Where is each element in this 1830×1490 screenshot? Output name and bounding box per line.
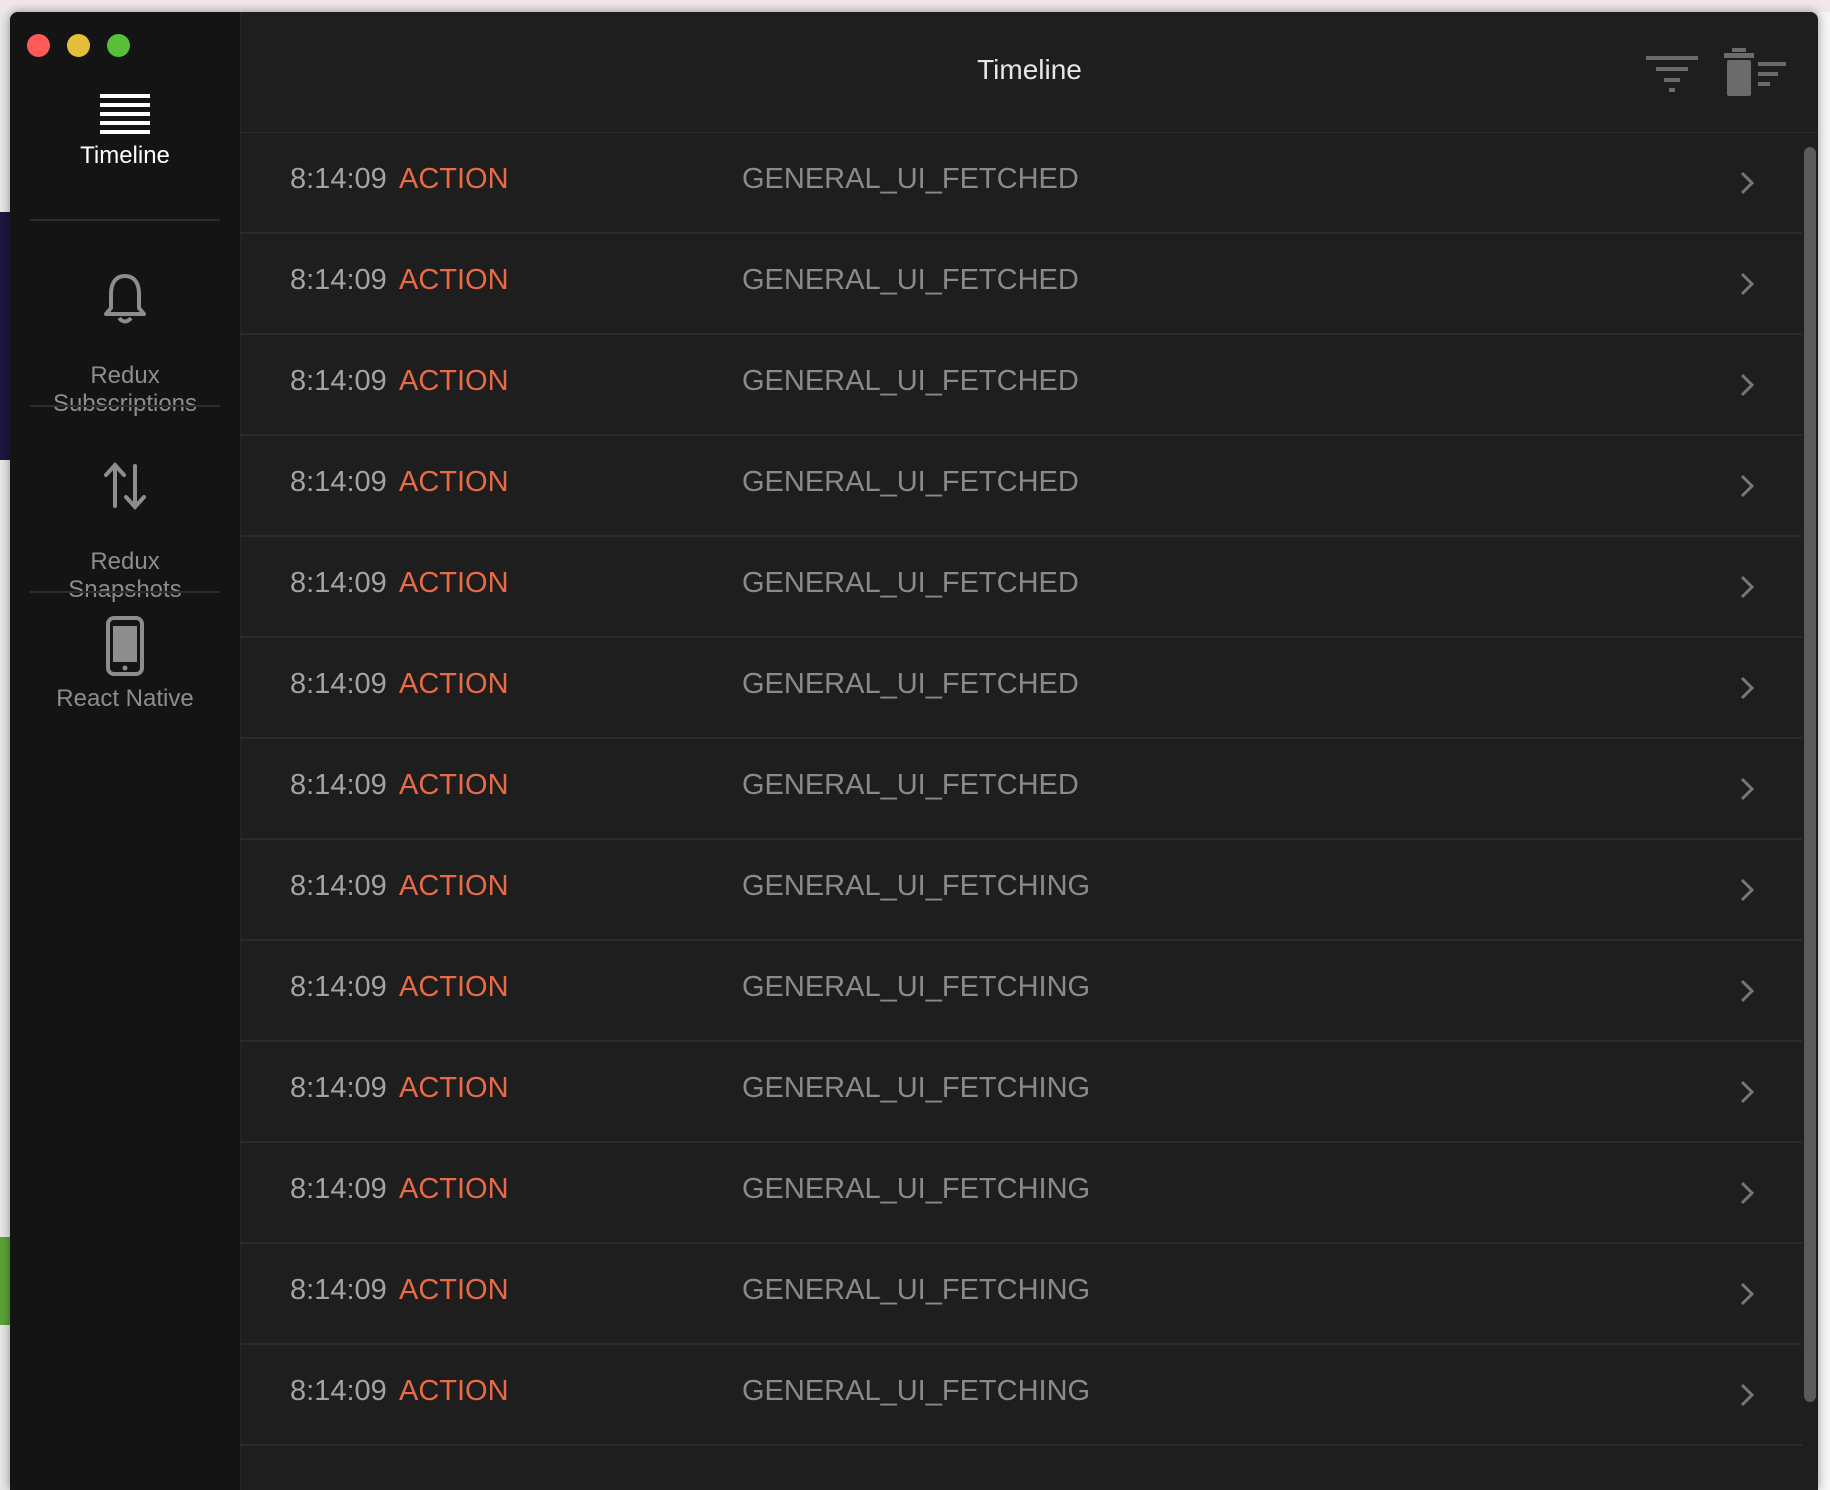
chevron-right-icon (1740, 575, 1754, 599)
sidebar-item-label: Redux Snapshots (68, 548, 182, 603)
event-name: GENERAL_UI_FETCHED (742, 567, 1079, 599)
chevron-right-icon (1740, 1080, 1754, 1104)
event-time: 8:14:09 (290, 466, 387, 498)
chevron-right-icon (1740, 676, 1754, 700)
chevron-right-icon (1740, 1383, 1754, 1407)
event-time: 8:14:09 (290, 971, 387, 1003)
timeline-row[interactable]: 8:14:09 ACTION GENERAL_UI_FETCHED (241, 537, 1802, 638)
timeline-row[interactable]: 8:14:09 ACTION GENERAL_UI_FETCHING (241, 1244, 1802, 1345)
event-type: ACTION (399, 163, 509, 195)
sidebar: Timeline Redux Subscriptions Redux Snaps… (10, 12, 241, 1490)
timeline-row[interactable]: 8:14:09 ACTION GENERAL_UI_FETCHED (241, 638, 1802, 739)
chevron-right-icon (1740, 474, 1754, 498)
background-window-fragment (1818, 12, 1830, 1490)
event-name: GENERAL_UI_FETCHING (742, 870, 1091, 902)
list-icon (100, 94, 150, 134)
event-time: 8:14:09 (290, 567, 387, 599)
arrows-up-down-icon (104, 462, 146, 510)
timeline-row[interactable]: 8:14:09 ACTION GENERAL_UI_FETCHING (241, 1143, 1802, 1244)
minimize-window-button[interactable] (67, 34, 90, 57)
event-type: ACTION (399, 264, 509, 296)
event-name: GENERAL_UI_FETCHING (742, 971, 1091, 1003)
event-name: GENERAL_UI_FETCHED (742, 163, 1079, 195)
event-time: 8:14:09 (290, 769, 387, 801)
timeline-row[interactable]: 8:14:09 ACTION GENERAL_UI_FETCHED (241, 436, 1802, 537)
sidebar-divider (30, 591, 220, 593)
event-type: ACTION (399, 365, 509, 397)
background-menubar (0, 0, 1830, 12)
event-type: ACTION (399, 668, 509, 700)
event-time: 8:14:09 (290, 163, 387, 195)
timeline-row[interactable]: 8:14:09 ACTION GENERAL_UI_FETCHING (241, 840, 1802, 941)
scrollbar[interactable] (1804, 147, 1816, 1402)
timeline-row[interactable]: 8:14:09 ACTION GENERAL_UI_FETCHING (241, 1042, 1802, 1143)
chevron-right-icon (1740, 979, 1754, 1003)
event-name: GENERAL_UI_FETCHING (742, 1375, 1091, 1407)
bell-icon (104, 274, 146, 324)
event-type: ACTION (399, 870, 509, 902)
event-type: ACTION (399, 567, 509, 599)
zoom-window-button[interactable] (107, 34, 130, 57)
phone-icon (106, 616, 144, 676)
event-name: GENERAL_UI_FETCHED (742, 668, 1079, 700)
sidebar-divider (30, 405, 220, 407)
sidebar-item-label: React Native (56, 685, 194, 712)
timeline-row[interactable]: 8:14:09 ACTION GENERAL_UI_FETCHED (241, 739, 1802, 840)
event-name: GENERAL_UI_FETCHED (742, 365, 1079, 397)
event-type: ACTION (399, 1173, 509, 1205)
event-type: ACTION (399, 1274, 509, 1306)
event-type: ACTION (399, 1072, 509, 1104)
event-time: 8:14:09 (290, 264, 387, 296)
chevron-right-icon (1740, 777, 1754, 801)
sidebar-item-timeline[interactable]: Timeline (30, 92, 220, 170)
chevron-right-icon (1740, 878, 1754, 902)
event-time: 8:14:09 (290, 1173, 387, 1205)
chevron-right-icon (1740, 1282, 1754, 1306)
event-time: 8:14:09 (290, 1274, 387, 1306)
timeline-list: 8:14:09 ACTION GENERAL_UI_FETCHED 8:14:0… (241, 133, 1802, 1490)
chevron-right-icon (1740, 171, 1754, 195)
reactotron-window: Timeline Redux Subscriptions Redux Snaps… (10, 12, 1818, 1490)
close-window-button[interactable] (27, 34, 50, 57)
filter-icon[interactable] (1646, 52, 1698, 94)
event-type: ACTION (399, 769, 509, 801)
event-type: ACTION (399, 466, 509, 498)
event-time: 8:14:09 (290, 365, 387, 397)
sidebar-item-label: Redux Subscriptions (52, 362, 198, 417)
page-title: Timeline (977, 54, 1082, 85)
event-time: 8:14:09 (290, 1072, 387, 1104)
event-time: 8:14:09 (290, 1375, 387, 1407)
sidebar-item-redux-subscriptions[interactable]: Redux Subscriptions (30, 244, 220, 418)
trash-icon[interactable] (1724, 48, 1786, 98)
event-time: 8:14:09 (290, 870, 387, 902)
event-name: GENERAL_UI_FETCHING (742, 1072, 1091, 1104)
event-name: GENERAL_UI_FETCHING (742, 1173, 1091, 1205)
sidebar-item-react-native[interactable]: React Native (30, 615, 220, 713)
chevron-right-icon (1740, 272, 1754, 296)
timeline-row[interactable]: 8:14:09 ACTION GENERAL_UI_FETCHED (241, 133, 1802, 234)
sidebar-item-redux-snapshots[interactable]: Redux Snapshots (30, 432, 220, 604)
event-name: GENERAL_UI_FETCHED (742, 466, 1079, 498)
timeline-header: Timeline (241, 12, 1818, 133)
timeline-row[interactable]: 8:14:09 ACTION GENERAL_UI_FETCHING (241, 941, 1802, 1042)
window-controls (27, 34, 130, 57)
chevron-right-icon (1740, 373, 1754, 397)
sidebar-divider (30, 219, 220, 221)
timeline-row[interactable]: 8:14:09 ACTION GENERAL_UI_FETCHED (241, 234, 1802, 335)
timeline-row[interactable]: 8:14:09 ACTION GENERAL_UI_FETCHING (241, 1345, 1802, 1446)
event-name: GENERAL_UI_FETCHED (742, 264, 1079, 296)
timeline-row[interactable]: 8:14:09 ACTION GENERAL_UI_FETCHED (241, 335, 1802, 436)
sidebar-item-label: Timeline (80, 142, 170, 169)
event-type: ACTION (399, 1375, 509, 1407)
chevron-right-icon (1740, 1181, 1754, 1205)
event-type: ACTION (399, 971, 509, 1003)
event-name: GENERAL_UI_FETCHED (742, 769, 1079, 801)
event-time: 8:14:09 (290, 668, 387, 700)
event-name: GENERAL_UI_FETCHING (742, 1274, 1091, 1306)
